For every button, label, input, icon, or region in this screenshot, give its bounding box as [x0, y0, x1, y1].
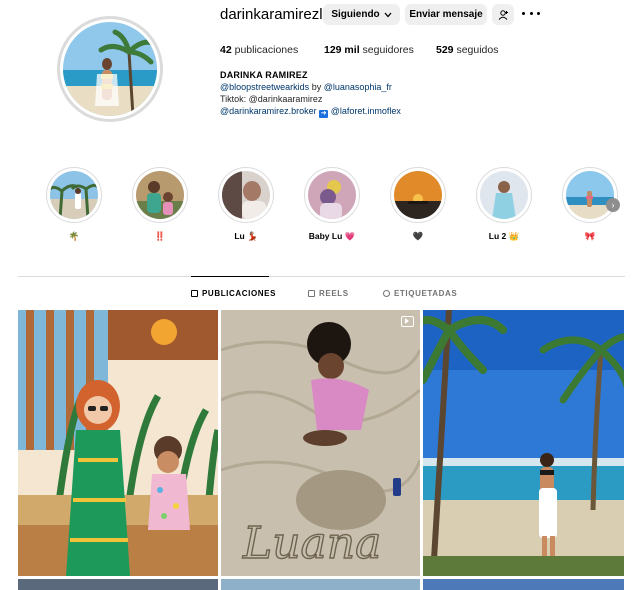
post-thumbnail[interactable] — [18, 579, 218, 590]
bio-mention-link[interactable]: @darinkaramirez.broker — [220, 106, 317, 116]
post-thumbnail[interactable] — [423, 579, 624, 590]
highlight-cover — [480, 171, 528, 219]
tab-tagged[interactable]: ETIQUETADAS — [383, 289, 457, 298]
highlight-item[interactable]: Lu 2 👑 — [476, 167, 532, 242]
tagged-user-icon — [383, 290, 390, 297]
highlight-label: 🖤 — [412, 231, 424, 241]
highlight-item[interactable]: Baby Lu 💗 — [304, 167, 360, 242]
highlight-item[interactable]: 🌴 — [46, 167, 102, 242]
tab-reels-label: REELS — [319, 289, 349, 298]
post-photo: Luana — [221, 310, 420, 576]
bio-line-2: Tiktok: @darinkaaramirez — [220, 94, 323, 104]
highlight-cover — [50, 171, 98, 219]
more-options-icon[interactable] — [522, 6, 540, 20]
bio-mention-link[interactable]: @luanasophia_fr — [324, 82, 392, 92]
arrow-right-icon: ➜ — [319, 110, 329, 118]
followers-stat[interactable]: 129 mil seguidores — [324, 44, 414, 56]
active-tab-indicator — [191, 276, 269, 277]
profile-avatar[interactable] — [57, 16, 163, 122]
tabs-divider — [18, 276, 625, 277]
highlight-cover — [222, 171, 270, 219]
suggested-accounts-button[interactable] — [492, 4, 514, 25]
reel-icon — [401, 316, 414, 327]
bio-mention-link[interactable]: @laforet.inmoflex — [331, 106, 401, 116]
highlight-label: 🌴 — [68, 231, 80, 241]
grid-icon — [191, 290, 198, 297]
bio-mention-link[interactable]: @bloopstreetwearkids — [220, 82, 309, 92]
highlight-item[interactable]: Lu 💃🏽 — [218, 167, 274, 242]
following-button-label: Siguiendo — [331, 9, 380, 20]
highlight-cover — [566, 171, 614, 219]
following-stat[interactable]: 529 seguidos — [436, 44, 498, 56]
highlight-label: ‼️ — [154, 231, 166, 241]
tab-posts-label: PUBLICACIONES — [202, 289, 277, 298]
chevron-down-icon — [384, 12, 392, 17]
post-thumbnail[interactable] — [423, 310, 624, 576]
reel-icon — [308, 290, 315, 297]
highlight-item[interactable]: ‼️ — [132, 167, 188, 242]
posts-count-stat: 42 publicaciones — [220, 44, 299, 56]
highlight-cover — [136, 171, 184, 219]
following-button[interactable]: Siguiendo — [323, 4, 400, 25]
highlight-item[interactable]: 🖤 — [390, 167, 446, 242]
highlight-label: Baby Lu 💗 — [308, 231, 356, 241]
highlight-label: Lu 💃🏽 — [234, 231, 258, 241]
post-thumbnail[interactable] — [18, 310, 218, 576]
post-thumbnail[interactable] — [221, 579, 420, 590]
send-message-button[interactable]: Enviar mensaje — [405, 4, 487, 25]
profile-full-name: DARINKA RAMIREZ — [220, 70, 308, 80]
add-person-icon — [498, 9, 508, 20]
highlight-label: 🎀 — [584, 231, 596, 241]
tab-posts[interactable]: PUBLICACIONES — [191, 289, 276, 298]
send-message-label: Enviar mensaje — [409, 9, 483, 20]
bio-line-1: @bloopstreetwearkids by @luanasophia_fr — [220, 82, 392, 92]
avatar-photo — [63, 22, 157, 116]
post-photo — [423, 310, 624, 576]
bio-line-3: @darinkaramirez.broker ➜ @laforet.inmofl… — [220, 106, 401, 118]
highlight-cover — [308, 171, 356, 219]
tab-reels[interactable]: REELS — [308, 289, 349, 298]
highlight-label: Lu 2 👑 — [488, 231, 520, 241]
profile-username: darinkaramirezl — [220, 6, 323, 23]
post-illustration — [18, 310, 218, 576]
chevron-right-icon[interactable]: › — [606, 198, 620, 212]
sand-writing-text: Luana — [242, 518, 381, 569]
tab-tagged-label: ETIQUETADAS — [394, 289, 458, 298]
highlight-cover — [394, 171, 442, 219]
post-thumbnail[interactable]: Luana — [221, 310, 420, 576]
